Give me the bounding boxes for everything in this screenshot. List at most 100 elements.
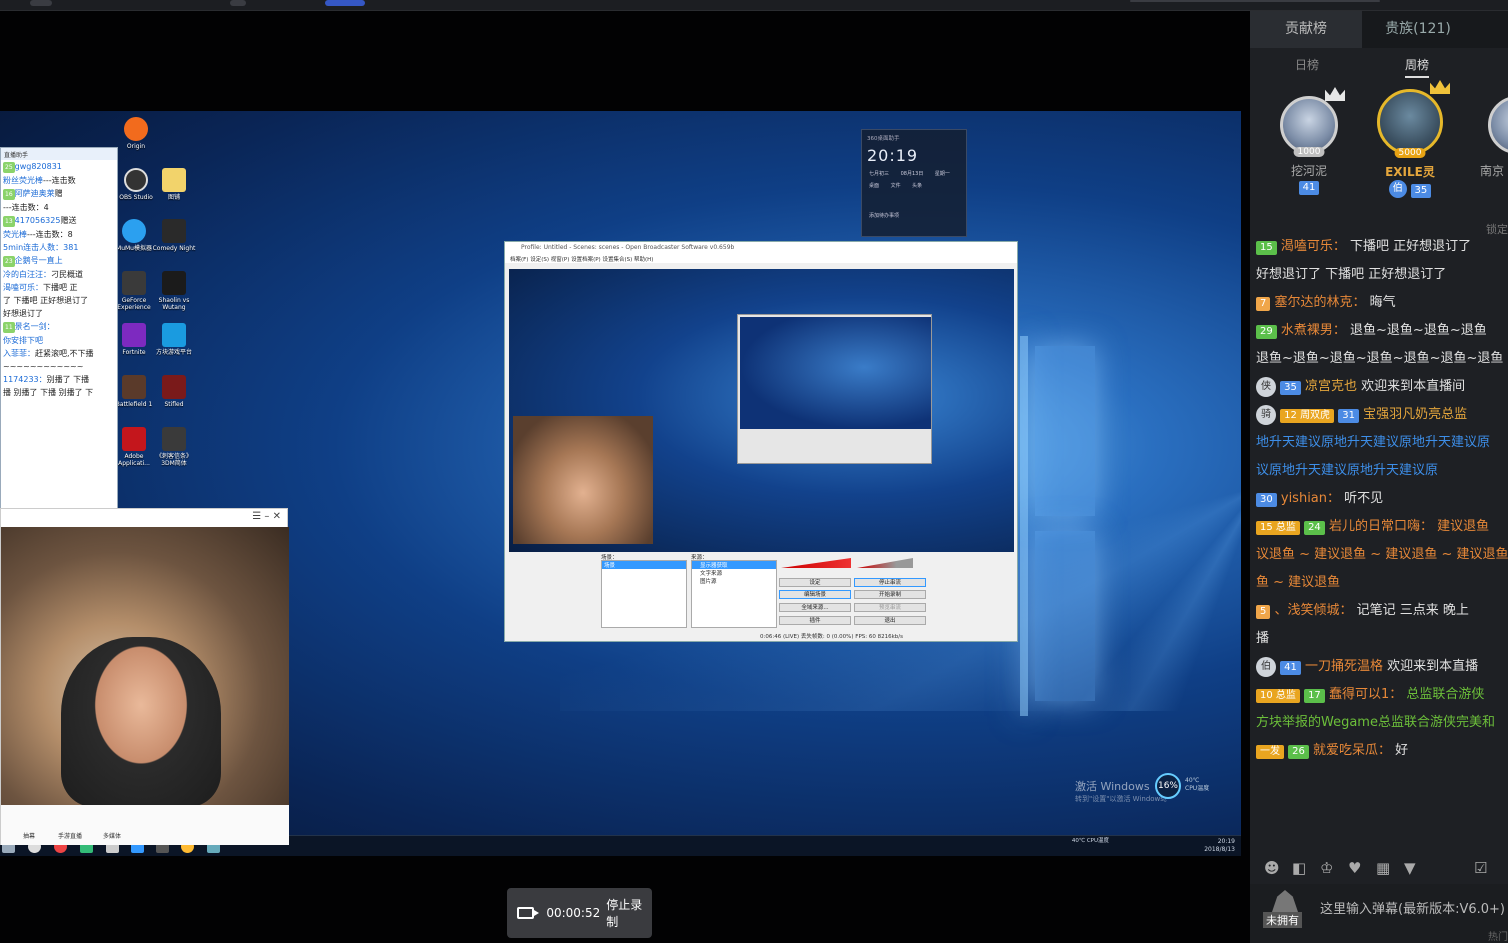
obs-window[interactable]: Profile: Untitled - Scenes: scenes - Ope…	[504, 241, 1018, 642]
stop-record-button[interactable]: 00:00:52 停止录制	[507, 888, 652, 938]
source-item[interactable]: 显示器获取	[692, 561, 776, 569]
chat-list: 15 渴嗑可乐： 下播吧 正好想退订了 好想退订了 下播吧 正好想退订了 7 塞尔达…	[1250, 233, 1508, 765]
windows-logo	[1015, 306, 1095, 746]
chat-message-continued: 方块举报的Wegame总监联合游侠完美和	[1256, 715, 1495, 730]
obs-settings-button[interactable]: 设定	[779, 578, 851, 587]
no-badge-label: 未拥有	[1263, 912, 1302, 928]
chat-username: 蠢得可以1：	[1328, 687, 1403, 702]
obs-record-button[interactable]: 开始录制	[854, 590, 926, 599]
title-badge: 10 总监	[1256, 689, 1300, 703]
camera-footer-label[interactable]: 抽幕	[23, 831, 35, 840]
menu-icon[interactable]: ☰	[252, 511, 261, 522]
obs-preview-button[interactable]: 预览串流	[854, 603, 926, 612]
tab-nobles[interactable]: 贵族(121)	[1362, 11, 1474, 48]
rank-item[interactable]: 1000 挖河泥 41	[1269, 87, 1349, 195]
filter-icon[interactable]: ▼	[1404, 859, 1416, 877]
avatar: 5000	[1377, 80, 1450, 158]
tab-contribution[interactable]: 贡献榜	[1250, 11, 1362, 48]
desktop-icon-shaolin[interactable]: Shaolin vs Wutang	[150, 271, 198, 311]
helper-text: 好想退订了	[3, 309, 43, 318]
minimize-icon[interactable]: –	[264, 511, 269, 522]
chat-message: 15 渴嗑可乐： 下播吧 正好想退订了	[1250, 233, 1508, 261]
subtab-daily[interactable]: 日榜	[1295, 56, 1319, 73]
emoji-icon[interactable]: ☻	[1264, 859, 1280, 877]
fan-level-badge: 23	[3, 256, 15, 267]
cpu-usage-ring: 16%	[1155, 773, 1181, 799]
desktop-icon-assassin[interactable]: 《刺客信条》3DM简体	[150, 427, 198, 467]
obs-global-sources-button[interactable]: 全域来源...	[779, 603, 851, 612]
scene-item[interactable]: 场景	[602, 561, 686, 569]
source-item[interactable]: 图片源	[692, 577, 776, 585]
rank-item[interactable]: 1 南京	[1474, 96, 1508, 179]
chat-input[interactable]: 这里输入弹幕(最新版本:V6.0+)	[1320, 898, 1505, 917]
crown-gift-icon[interactable]: ♔	[1320, 859, 1333, 877]
helper-text: 赠送	[60, 216, 77, 225]
icon-label: 图铺	[167, 194, 180, 201]
helper-line: 你安排下吧	[1, 334, 117, 347]
helper-line: 渴嗑可乐：下播吧 正	[1, 281, 117, 294]
search-bar[interactable]	[1130, 0, 1380, 2]
camera-controls: ☰ – ✕	[1, 509, 287, 527]
helper-line: 5min连击人数：381	[1, 241, 117, 254]
fan-level-badge: 41	[1280, 661, 1301, 675]
camera-footer-label[interactable]: 手游直播	[58, 831, 82, 840]
obs-nested-preview	[737, 314, 932, 464]
obs-stop-stream-button[interactable]: 停止串流	[854, 578, 926, 587]
desktop-icon-fangkuai[interactable]: 方块游戏平台	[150, 323, 198, 356]
live-helper-panel[interactable]: 直播助手 25 gwg820831 粉丝荧光棒---连击数 16 阿萨迪奥莱赠 ---连击…	[0, 147, 118, 523]
helper-text: ---连击数：4	[3, 203, 49, 212]
tray-time: 20:19	[1217, 838, 1235, 845]
source-item[interactable]: 文字来源	[692, 569, 776, 577]
desktop-icon-folder[interactable]: 图铺	[150, 168, 198, 201]
desktop-clock-widget[interactable]: 360桌面助手 20:19 七月初三 08月13日 星期一 桌面 文件 头条 添…	[861, 129, 967, 237]
clock-tools[interactable]: 桌面 文件 头条	[869, 182, 922, 189]
camera-widget[interactable]: ☰ – ✕ 抽幕 手游直播 多媒体	[0, 508, 289, 845]
camera-footer: 抽幕 手游直播 多媒体	[1, 805, 289, 845]
desktop-icon-comedy[interactable]: Comedy Night	[150, 219, 198, 252]
top-control[interactable]	[230, 0, 246, 6]
helper-user: 417056325	[14, 216, 61, 225]
chat-message: 29 水煮裸男： 退鱼~退鱼~退鱼~退鱼	[1250, 317, 1508, 345]
obs-menu[interactable]: 档案(F) 设定(S) 视窗(P) 设置档案(P) 设置集合(S) 帮助(H)	[505, 254, 1017, 263]
helper-messages: 25 gwg820831 粉丝荧光棒---连击数 16 阿萨迪奥莱赠 ---连击数：4 13…	[1, 160, 117, 399]
camera-footer-label[interactable]: 多媒体	[103, 831, 121, 840]
fan-level-badge: 17	[1304, 689, 1325, 703]
checkbox-icon[interactable]: ☑	[1474, 859, 1487, 877]
top-control[interactable]	[30, 0, 52, 6]
desktop-icon-stifled[interactable]: Stifled	[150, 375, 198, 408]
super-icon[interactable]: ▦	[1376, 859, 1390, 877]
scenes-list[interactable]: 场景	[601, 560, 687, 628]
heart-icon[interactable]: ♥	[1348, 859, 1361, 877]
top-control-highlight[interactable]	[325, 0, 365, 6]
desktop-icon-origin[interactable]: Origin	[112, 117, 160, 150]
obs-plugins-button[interactable]: 插件	[779, 616, 851, 625]
obs-preview	[509, 269, 1014, 552]
helper-line: 了 下播吧 正好想退订了	[1, 294, 117, 307]
obs-camera-source	[513, 416, 653, 544]
helper-user: 渴嗑可乐：	[3, 283, 43, 292]
record-time: 00:00:52	[546, 906, 601, 920]
chat-message-continued: 播	[1256, 631, 1270, 646]
helper-user: 冷的白汪汪：	[3, 270, 51, 279]
sources-list[interactable]: 显示器获取 文字来源 图片源	[691, 560, 777, 628]
hot-button[interactable]: 热门	[1488, 928, 1508, 943]
speaker-icon[interactable]: ◧	[1292, 859, 1306, 877]
clock-date: 七月初三 08月13日 星期一	[869, 171, 950, 177]
cpu-temp: 40℃ CPU温度	[1185, 777, 1209, 793]
chat-message: 15 总监 24 岩儿的日常口嗨： 建议退鱼	[1250, 513, 1508, 541]
obs-status-bar: 0:06:46 (LIVE) 丢失帧数: 0 (0.00%) FPS: 60 8…	[760, 634, 903, 640]
helper-text: ---连击数：8	[27, 230, 73, 239]
crown-icon	[1325, 87, 1345, 101]
rank-item[interactable]: 5000 EXILE灵 伯 35	[1370, 80, 1450, 198]
fan-level-badge: 26	[1288, 745, 1309, 759]
close-icon[interactable]: ✕	[273, 511, 281, 522]
tray-clock[interactable]: 20:19 2018/8/13	[1204, 838, 1235, 854]
obs-exit-button[interactable]: 退出	[854, 616, 926, 625]
clock-todo[interactable]: 添加待办事项	[869, 212, 899, 219]
icon-label: 《刺客信条》3DM简体	[155, 453, 192, 467]
subtab-weekly[interactable]: 周榜	[1405, 56, 1430, 78]
obs-edit-scene-button[interactable]: 编辑场景	[779, 590, 851, 599]
video-player[interactable]: Origin OBS Studio 图铺 MuMu模拟器 Comedy Nigh…	[0, 11, 1250, 943]
crown-icon	[1430, 80, 1450, 94]
streamer	[61, 637, 221, 807]
